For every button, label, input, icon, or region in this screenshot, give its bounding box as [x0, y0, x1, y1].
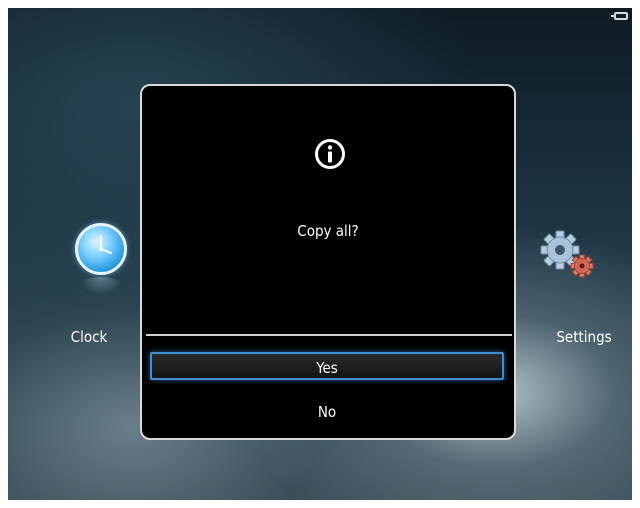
clock-icon	[75, 223, 127, 275]
yes-option[interactable]: Yes	[150, 352, 504, 380]
dialog-divider	[146, 334, 512, 336]
photo-frame-screen: Clock Settings Copy all? Yes No	[8, 8, 632, 500]
battery-icon	[611, 12, 628, 20]
confirm-dialog: Copy all? Yes No	[140, 84, 516, 440]
no-option[interactable]: No	[150, 398, 504, 426]
info-icon	[315, 139, 345, 169]
settings-gears-icon	[540, 230, 594, 278]
dialog-message: Copy all?	[297, 222, 359, 240]
clock-menu-item[interactable]	[66, 223, 136, 295]
clock-label[interactable]: Clock	[54, 328, 124, 346]
clock-reflection	[79, 277, 123, 295]
settings-label[interactable]: Settings	[544, 328, 624, 346]
settings-menu-item[interactable]	[536, 228, 596, 288]
